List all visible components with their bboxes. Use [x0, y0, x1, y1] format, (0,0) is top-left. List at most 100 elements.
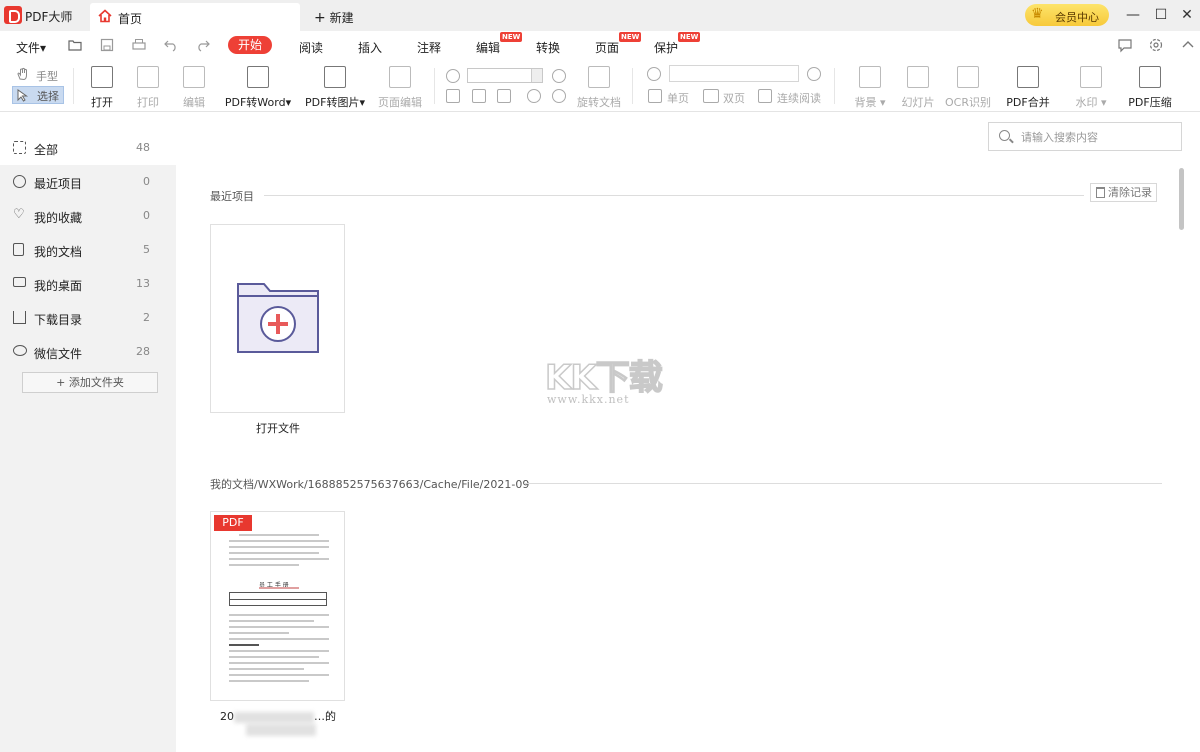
select-tool-label: 选择	[37, 90, 59, 103]
pdf-merge-button[interactable]: PDF合并	[1004, 66, 1052, 110]
settings-icon[interactable]	[1148, 37, 1164, 53]
rotate-right-icon[interactable]	[552, 89, 566, 103]
search-box[interactable]	[988, 122, 1182, 151]
menu-start[interactable]: 开始	[228, 36, 272, 54]
vip-center-button[interactable]: ♛ 会员中心	[1025, 4, 1109, 26]
search-input[interactable]	[1021, 128, 1171, 146]
rotate-left-icon[interactable]	[527, 89, 541, 103]
sidebar-item-count: 0	[143, 209, 150, 222]
undo-icon[interactable]	[163, 37, 179, 53]
printer-icon	[137, 66, 159, 88]
print-icon[interactable]	[131, 37, 147, 53]
menu-protect[interactable]: 保护	[654, 39, 678, 56]
menu-edit[interactable]: 编辑	[476, 39, 500, 56]
single-page-label[interactable]: 单页	[667, 90, 689, 106]
app-logo-icon	[4, 6, 22, 24]
tab-new[interactable]: + 新建	[314, 9, 354, 26]
sidebar-item-desktop[interactable]: 我的桌面 13	[0, 267, 176, 301]
sidebar-item-favorites[interactable]: ♡ 我的收藏 0	[0, 199, 176, 233]
menu-insert[interactable]: 插入	[358, 39, 382, 56]
redo-icon[interactable]	[195, 37, 211, 53]
menu-convert[interactable]: 转换	[536, 39, 560, 56]
menu-read[interactable]: 阅读	[299, 39, 323, 56]
open-file-card[interactable]	[210, 224, 345, 413]
edit-button[interactable]: 编辑	[178, 66, 210, 110]
continuous-icon[interactable]	[758, 89, 772, 103]
actual-size-icon[interactable]	[472, 89, 486, 103]
prev-page-icon[interactable]	[647, 67, 661, 81]
print-button[interactable]: 打印	[132, 66, 164, 110]
sidebar-item-downloads[interactable]: 下载目录 2	[0, 301, 176, 335]
open-button[interactable]: 打开	[86, 66, 118, 110]
double-page-icon[interactable]	[703, 89, 719, 103]
page-edit-label: 页面编辑	[378, 96, 422, 109]
page-number-input[interactable]	[669, 65, 799, 82]
collapse-icon[interactable]	[1180, 37, 1196, 53]
vip-center-label: 会员中心	[1055, 11, 1099, 24]
tab-home[interactable]: 首页	[90, 3, 300, 31]
menu-file[interactable]: 文件▾	[16, 39, 46, 56]
zoom-in-icon[interactable]	[552, 69, 566, 83]
watermark-icon	[1080, 66, 1102, 88]
hand-tool-label[interactable]: 手型	[36, 68, 58, 84]
paint-bucket-icon	[859, 66, 881, 88]
sidebar-item-count: 5	[143, 243, 150, 256]
page-grid-icon	[389, 66, 411, 88]
sidebar-item-label: 我的文档	[34, 245, 83, 259]
page-edit-button[interactable]: 页面编辑	[376, 66, 424, 110]
zoom-out-icon[interactable]	[446, 69, 460, 83]
sidebar-item-documents[interactable]: 我的文档 5	[0, 233, 176, 267]
rotate-doc-button[interactable]: 旋转文档	[576, 66, 622, 110]
document-preview	[229, 534, 329, 570]
next-page-icon[interactable]	[807, 67, 821, 81]
zoom-select[interactable]	[467, 68, 543, 83]
menu-page[interactable]: 页面	[595, 39, 619, 56]
message-icon[interactable]	[1117, 37, 1133, 53]
monitor-icon	[13, 277, 26, 287]
slideshow-button[interactable]: 幻灯片	[898, 66, 938, 110]
add-folder-button[interactable]: + 添加文件夹	[22, 372, 158, 393]
single-page-icon[interactable]	[648, 89, 662, 103]
pdf-compress-label: PDF压缩	[1128, 96, 1172, 109]
main-scrollbar[interactable]	[1179, 168, 1184, 230]
sidebar-spacer	[0, 112, 176, 131]
document-preview-body	[229, 614, 329, 686]
double-page-label[interactable]: 双页	[723, 90, 745, 106]
continuous-label[interactable]: 连续阅读	[777, 90, 821, 106]
rotate-doc-label: 旋转文档	[577, 96, 621, 109]
menu-annotate[interactable]: 注释	[417, 39, 441, 56]
close-icon[interactable]: ✕	[1178, 6, 1196, 24]
open-folder-icon[interactable]	[67, 37, 83, 53]
sidebar-item-count: 2	[143, 311, 150, 324]
edit-icon	[183, 66, 205, 88]
new-badge: NEW	[500, 32, 523, 42]
separator	[73, 68, 74, 104]
ocr-button[interactable]: OCR识别	[942, 66, 994, 110]
maximize-icon[interactable]: ☐	[1152, 6, 1170, 24]
fit-page-icon[interactable]	[446, 89, 460, 103]
clear-records-button[interactable]: 清除记录	[1090, 183, 1157, 202]
pdf-file-card[interactable]: PDF 员 工 手 册	[210, 511, 345, 701]
search-icon	[999, 130, 1010, 141]
path-section-title: 我的文档/WXWork/1688852575637663/Cache/File/…	[210, 478, 530, 491]
separator	[632, 68, 633, 104]
sidebar-item-recent[interactable]: 最近项目 0	[0, 165, 176, 199]
minimize-icon[interactable]: —	[1124, 6, 1142, 24]
plus-icon: +	[314, 10, 326, 26]
sidebar: 全部 48 最近项目 0 ♡ 我的收藏 0 我的文档 5 我的桌面 13 下载目…	[0, 112, 176, 752]
sidebar-item-count: 48	[136, 141, 150, 154]
sidebar-item-count: 13	[136, 277, 150, 290]
sidebar-item-wechat[interactable]: 微信文件 28	[0, 335, 176, 369]
pdf-to-word-button[interactable]: PDF转Word▾	[222, 66, 294, 110]
select-tool[interactable]: 选择	[12, 86, 64, 104]
watermark-button[interactable]: 水印 ▾	[1068, 66, 1114, 110]
pdf-compress-button[interactable]: PDF压缩	[1126, 66, 1174, 110]
hand-icon	[17, 67, 27, 81]
folder-add-icon	[237, 283, 319, 353]
save-icon[interactable]	[99, 37, 115, 53]
pdf-to-image-button[interactable]: PDF转图片▾	[302, 66, 368, 110]
background-button[interactable]: 背景 ▾	[848, 66, 892, 110]
tab-home-label: 首页	[118, 12, 143, 26]
sidebar-item-all[interactable]: 全部 48	[0, 131, 176, 165]
fit-width-icon[interactable]	[497, 89, 511, 103]
